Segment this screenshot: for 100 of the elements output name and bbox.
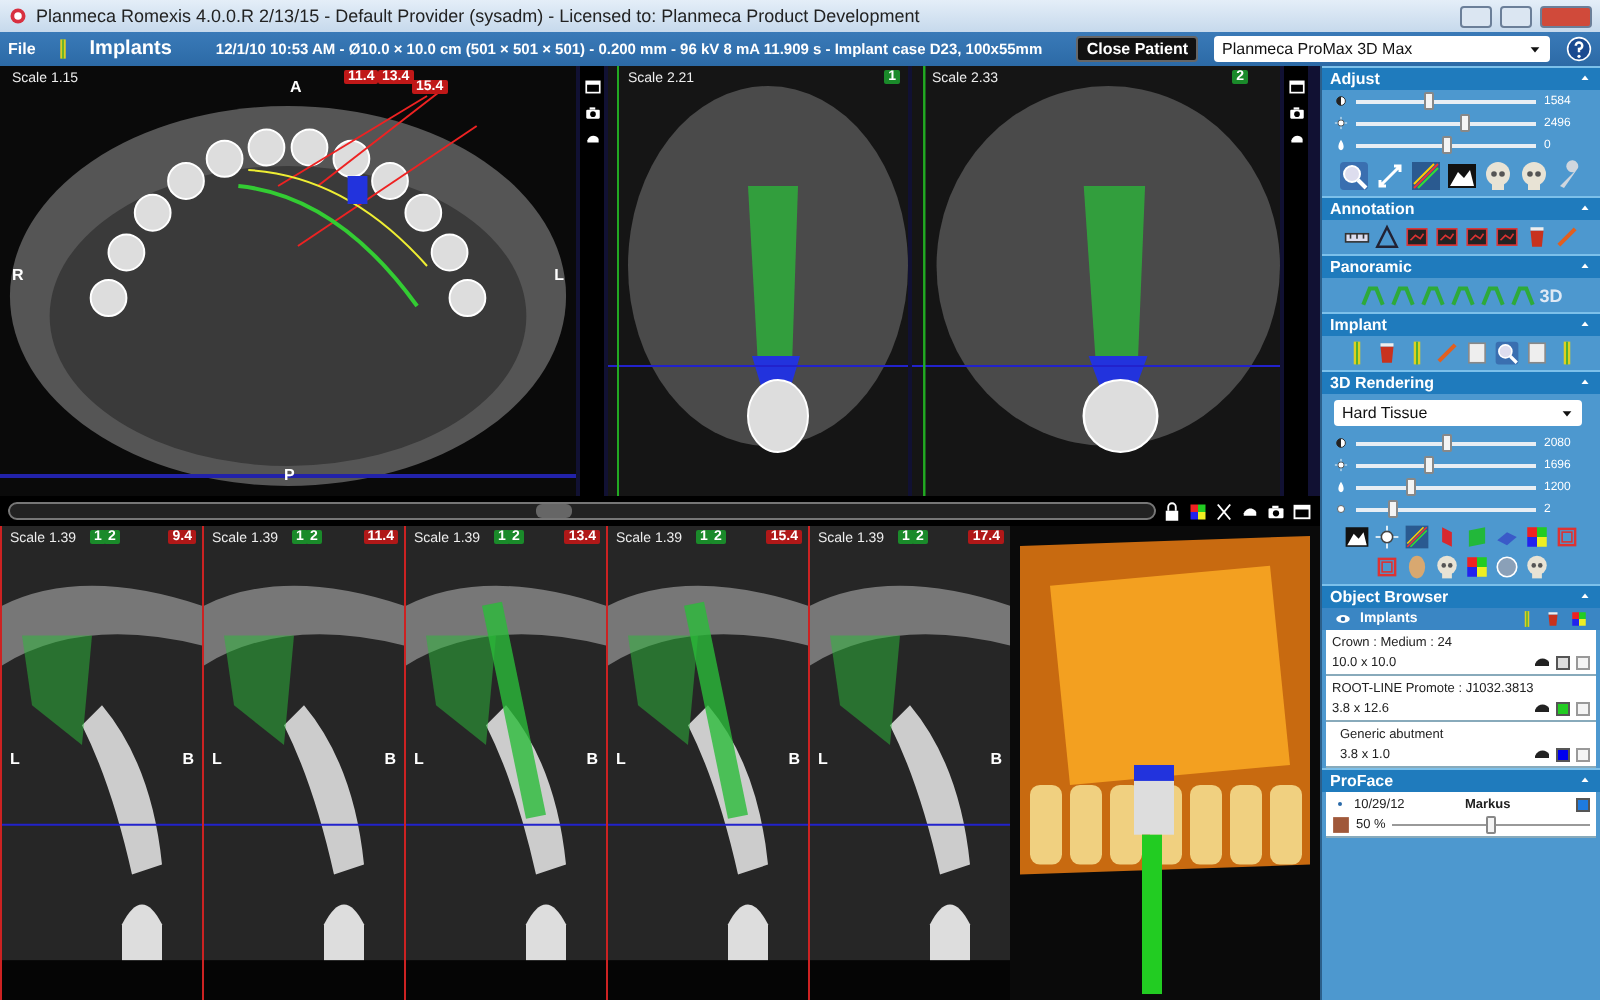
section-header[interactable]: 3D Rendering (1322, 370, 1600, 394)
device-dropdown[interactable]: Planmeca ProMax 3D Max (1214, 36, 1550, 62)
slider-thumb[interactable] (1424, 455, 1434, 473)
section-title: Panoramic (1330, 258, 1412, 276)
section-header[interactable]: Implant (1322, 312, 1600, 336)
sphere-icon[interactable] (1493, 554, 1519, 580)
brightness-icon[interactable] (1373, 524, 1399, 550)
section-header[interactable]: Adjust (1322, 66, 1600, 90)
orientation-label: B (586, 750, 598, 768)
orientation-label: L (616, 750, 626, 768)
grid-icon[interactable] (1463, 554, 1489, 580)
checkbox[interactable] (1576, 747, 1590, 761)
scrollbar-thumb[interactable] (536, 504, 573, 518)
photo-icon (1332, 815, 1350, 833)
close-button[interactable] (1540, 5, 1592, 27)
color-swatch[interactable] (1556, 747, 1570, 761)
lines-icon[interactable] (1403, 524, 1429, 550)
slider-thumb[interactable] (1442, 135, 1452, 153)
collapse-icon[interactable] (1578, 774, 1592, 788)
frame-icon[interactable] (1493, 224, 1519, 250)
orientation-label: R (12, 266, 24, 284)
window-icon[interactable] (1287, 78, 1305, 96)
frame-icon[interactable] (1403, 224, 1429, 250)
caret-icon (1528, 42, 1542, 56)
window-icon[interactable] (583, 78, 601, 96)
contrast-icon (1334, 94, 1348, 108)
camera-icon[interactable] (1287, 104, 1305, 122)
shape-icon (1534, 700, 1550, 716)
bucket-icon[interactable] (1544, 610, 1562, 628)
slice-scrollbar[interactable] (8, 502, 1156, 520)
maximize-button[interactable] (1500, 5, 1532, 27)
3d-view-button[interactable]: 3D (1539, 285, 1563, 305)
opacity-slider-thumb[interactable] (1486, 815, 1497, 833)
app-icon (8, 6, 28, 26)
slider-thumb[interactable] (1388, 499, 1398, 517)
color-swatch[interactable] (1556, 655, 1570, 669)
histogram-icon[interactable] (1343, 524, 1369, 550)
collapse-icon[interactable] (1578, 376, 1592, 390)
page-icon[interactable] (1523, 340, 1549, 366)
lock-icon[interactable] (1162, 501, 1182, 521)
page-icon[interactable] (1463, 340, 1489, 366)
skull-icon[interactable] (1433, 554, 1459, 580)
color-swatch[interactable] (1576, 797, 1590, 811)
camera-icon[interactable] (1266, 501, 1286, 521)
grid-icon[interactable] (1188, 501, 1208, 521)
color-swatch[interactable] (1556, 701, 1570, 715)
scissors-icon[interactable] (1214, 501, 1234, 521)
orientation-label: B (990, 750, 1002, 768)
grid-icon[interactable] (1570, 610, 1588, 628)
eye-icon[interactable] (1334, 610, 1352, 628)
help-icon[interactable] (1566, 36, 1592, 62)
caret-icon (1560, 406, 1574, 420)
collapse-icon[interactable] (1578, 590, 1592, 604)
minimize-button[interactable] (1460, 5, 1492, 27)
frame-icon[interactable] (1463, 224, 1489, 250)
orientation-label: B (788, 750, 800, 768)
section-title: Adjust (1330, 70, 1380, 88)
skull-icon[interactable] (1481, 160, 1513, 192)
section-header[interactable]: Panoramic (1322, 254, 1600, 278)
slider-thumb[interactable] (1442, 433, 1452, 451)
checkbox[interactable] (1576, 655, 1590, 669)
shape-icon (1534, 746, 1550, 762)
eye-icon[interactable] (1332, 796, 1348, 812)
arrows-icon[interactable] (1373, 160, 1405, 192)
collapse-icon[interactable] (1578, 72, 1592, 86)
slider-thumb[interactable] (1424, 91, 1434, 109)
camera-icon[interactable] (583, 104, 601, 122)
section-title: 3D Rendering (1330, 374, 1435, 392)
magnifier-icon[interactable] (1337, 160, 1369, 192)
collapse-icon[interactable] (1578, 318, 1592, 332)
collapse-icon[interactable] (1578, 260, 1592, 274)
contrast-icon (1334, 436, 1348, 450)
orientation-label: L (818, 750, 828, 768)
orientation-label: L (10, 750, 20, 768)
angle-icon[interactable] (1373, 224, 1399, 250)
drop-icon (1334, 480, 1348, 494)
section-header[interactable]: ProFace (1322, 768, 1600, 792)
grid-icon[interactable] (1523, 524, 1549, 550)
skull-icon[interactable] (1523, 554, 1549, 580)
preset-dropdown[interactable]: Hard Tissue (1334, 400, 1582, 426)
lines-icon[interactable] (1409, 160, 1441, 192)
section-title: Implant (1330, 316, 1387, 334)
collapse-icon[interactable] (1578, 202, 1592, 216)
frame-icon[interactable] (1433, 224, 1459, 250)
section-title: Object Browser (1330, 588, 1449, 606)
file-menu[interactable]: File (8, 40, 36, 58)
checkbox[interactable] (1576, 701, 1590, 715)
slider-thumb[interactable] (1460, 113, 1470, 131)
brightness-icon (1334, 116, 1348, 130)
histogram-icon[interactable] (1445, 160, 1477, 192)
magnifier-icon[interactable] (1493, 340, 1519, 366)
window-icon[interactable] (1292, 501, 1312, 521)
dot-icon (1334, 502, 1348, 516)
skull-icon[interactable] (1517, 160, 1549, 192)
orientation-label: B (182, 750, 194, 768)
section-header[interactable]: Annotation (1322, 196, 1600, 220)
section-header[interactable]: Object Browser (1322, 584, 1600, 608)
close-patient-button[interactable]: Close Patient (1076, 36, 1198, 62)
orientation-label: A (290, 78, 302, 96)
slider-thumb[interactable] (1406, 477, 1416, 495)
